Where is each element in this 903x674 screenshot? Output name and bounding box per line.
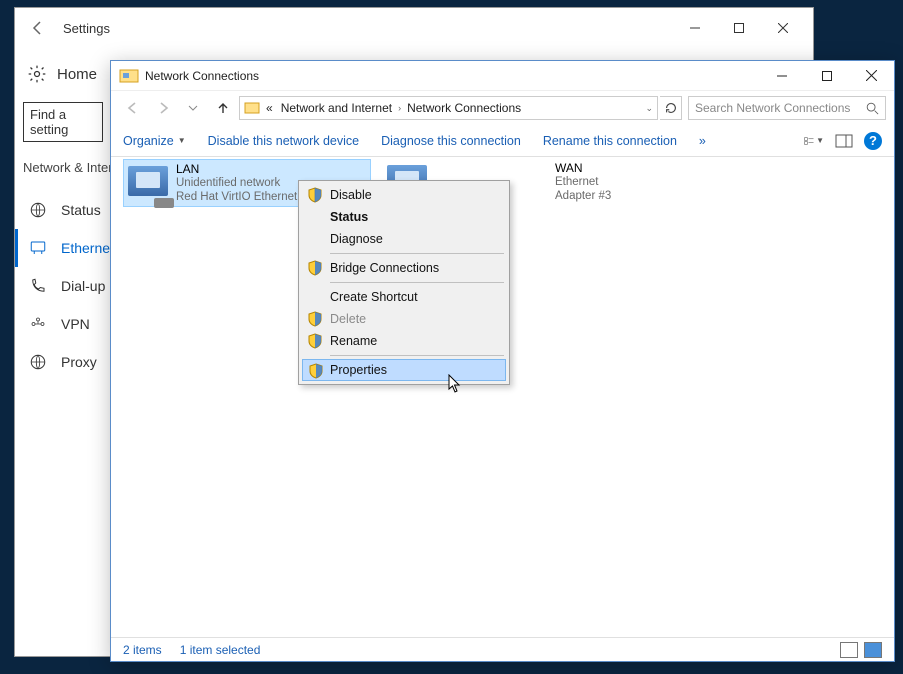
nav-label: Dial-up bbox=[61, 278, 105, 294]
settings-titlebar: Settings bbox=[15, 8, 813, 48]
ctx-diagnose[interactable]: Diagnose bbox=[302, 228, 506, 250]
item-count: 2 items bbox=[123, 643, 162, 657]
refresh-button[interactable] bbox=[660, 96, 682, 120]
ctx-rename[interactable]: Rename bbox=[302, 330, 506, 352]
adapter-name: LAN bbox=[176, 162, 297, 176]
separator bbox=[330, 355, 504, 356]
nav-label: VPN bbox=[61, 316, 90, 332]
ctx-delete: Delete bbox=[302, 308, 506, 330]
window-title: Network Connections bbox=[145, 69, 259, 83]
separator bbox=[330, 282, 504, 283]
breadcrumb-parent[interactable]: Network and Internet bbox=[279, 101, 394, 115]
chevron-right-icon[interactable]: › bbox=[398, 103, 401, 113]
adapter-status: Unidentified network bbox=[176, 176, 297, 190]
address-bar-row: « Network and Internet › Network Connect… bbox=[111, 91, 894, 125]
network-adapter-icon bbox=[128, 162, 170, 204]
shield-icon bbox=[307, 260, 323, 276]
maximize-button[interactable] bbox=[804, 61, 849, 90]
toolbar: Organize ▼ Disable this network device D… bbox=[111, 125, 894, 157]
search-input[interactable]: Search Network Connections bbox=[688, 96, 886, 120]
close-button[interactable] bbox=[849, 61, 894, 90]
shield-icon bbox=[308, 363, 324, 379]
nav-recent[interactable] bbox=[179, 95, 207, 121]
phone-icon bbox=[29, 277, 47, 295]
preview-pane-button[interactable] bbox=[834, 131, 854, 151]
breadcrumb-current[interactable]: Network Connections bbox=[405, 101, 523, 115]
shield-icon bbox=[307, 311, 323, 327]
back-button[interactable] bbox=[23, 13, 53, 43]
breadcrumb-prefix: « bbox=[264, 101, 275, 115]
ctx-properties[interactable]: Properties bbox=[302, 359, 506, 381]
network-folder-icon bbox=[244, 100, 260, 116]
context-menu: Disable Status Diagnose Bridge Connectio… bbox=[298, 180, 510, 385]
chevron-down-icon[interactable]: ⌄ bbox=[645, 103, 653, 114]
separator bbox=[330, 253, 504, 254]
chevron-down-icon: ▼ bbox=[178, 136, 186, 145]
home-label: Home bbox=[57, 66, 97, 83]
shield-icon bbox=[307, 333, 323, 349]
nav-label: Status bbox=[61, 202, 101, 218]
gear-icon bbox=[27, 64, 47, 84]
details-view-button[interactable] bbox=[840, 642, 858, 658]
selection-count: 1 item selected bbox=[180, 643, 261, 657]
nav-forward[interactable] bbox=[149, 95, 177, 121]
minimize-button[interactable] bbox=[673, 13, 717, 43]
vpn-icon bbox=[29, 315, 47, 333]
ctx-status[interactable]: Status bbox=[302, 206, 506, 228]
adapter-device: Red Hat VirtIO Ethernet bbox=[176, 190, 297, 204]
address-bar[interactable]: « Network and Internet › Network Connect… bbox=[239, 96, 658, 120]
ctx-disable[interactable]: Disable bbox=[302, 184, 506, 206]
search-icon bbox=[865, 101, 879, 115]
nav-back[interactable] bbox=[119, 95, 147, 121]
nav-up[interactable] bbox=[209, 95, 237, 121]
tiles-view-button[interactable] bbox=[864, 642, 882, 658]
toolbar-overflow[interactable]: » bbox=[699, 134, 706, 148]
diagnose-button[interactable]: Diagnose this connection bbox=[381, 134, 521, 148]
status-bar: 2 items 1 item selected bbox=[111, 637, 894, 661]
nav-label: Ethernet bbox=[61, 240, 114, 256]
ctx-bridge[interactable]: Bridge Connections bbox=[302, 257, 506, 279]
help-button[interactable]: ? bbox=[864, 132, 882, 150]
globe-icon bbox=[29, 353, 47, 371]
shield-icon bbox=[307, 187, 323, 203]
close-button[interactable] bbox=[761, 13, 805, 43]
maximize-button[interactable] bbox=[717, 13, 761, 43]
adapter-device: Ethernet Adapter #3 bbox=[555, 175, 627, 203]
rename-connection-button[interactable]: Rename this connection bbox=[543, 134, 677, 148]
disable-device-button[interactable]: Disable this network device bbox=[208, 134, 359, 148]
globe-icon bbox=[29, 201, 47, 219]
explorer-titlebar[interactable]: Network Connections bbox=[111, 61, 894, 91]
find-setting-input[interactable]: Find a setting bbox=[23, 102, 103, 142]
adapter-name: WAN bbox=[555, 161, 627, 175]
nav-label: Proxy bbox=[61, 354, 97, 370]
ethernet-icon bbox=[29, 239, 47, 257]
ctx-shortcut[interactable]: Create Shortcut bbox=[302, 286, 506, 308]
minimize-button[interactable] bbox=[759, 61, 804, 90]
organize-menu[interactable]: Organize ▼ bbox=[123, 134, 186, 148]
network-folder-icon bbox=[119, 67, 139, 85]
settings-title: Settings bbox=[53, 21, 110, 36]
search-placeholder: Search Network Connections bbox=[695, 101, 850, 115]
view-options-button[interactable]: ▼ bbox=[804, 131, 824, 151]
